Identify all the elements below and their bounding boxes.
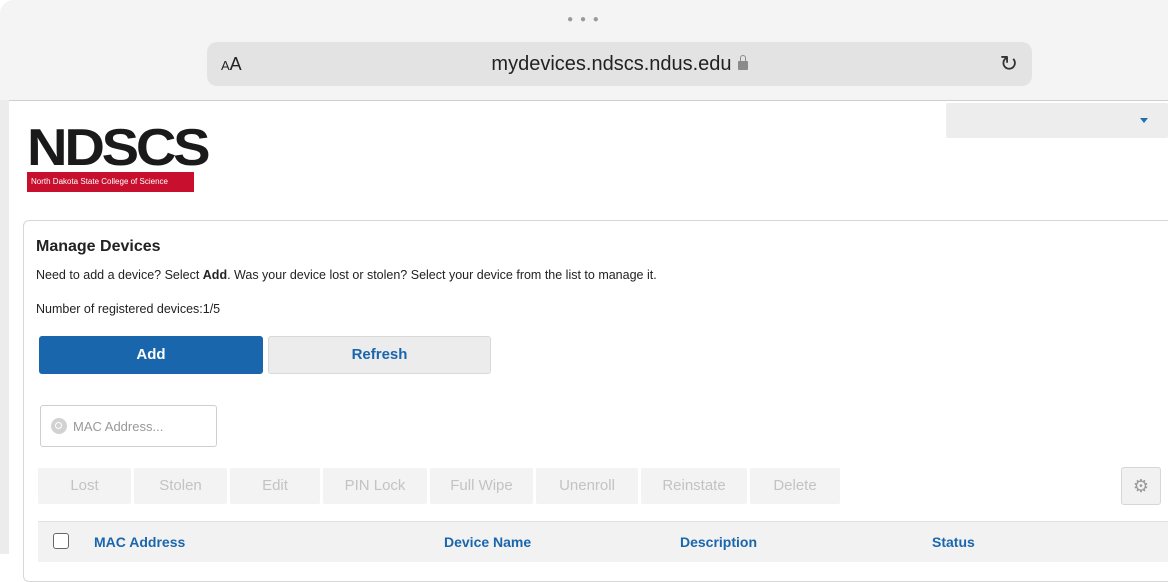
- page-title: Manage Devices: [36, 238, 161, 255]
- unenroll-button[interactable]: Unenroll: [536, 468, 638, 504]
- select-all-checkbox[interactable]: [53, 533, 69, 549]
- logo-wordmark: NDSCS: [27, 119, 211, 177]
- column-description[interactable]: Description: [680, 534, 757, 550]
- refresh-button[interactable]: Refresh: [268, 336, 491, 374]
- url-text[interactable]: mydevices.ndscs.ndus.edu: [207, 53, 1032, 76]
- action-toolbar: Lost Stolen Edit PIN Lock Full Wipe Unen…: [38, 468, 840, 504]
- user-dropdown[interactable]: [946, 103, 1168, 138]
- reinstate-button[interactable]: Reinstate: [641, 468, 747, 504]
- column-mac-address[interactable]: MAC Address: [94, 534, 185, 550]
- ndscs-logo[interactable]: NDSCS North Dakota State College of Scie…: [27, 122, 211, 192]
- mac-search-box[interactable]: [40, 405, 217, 447]
- browser-chrome: ● ● ● AA mydevices.ndscs.ndus.edu ↻: [0, 0, 1168, 101]
- full-wipe-button[interactable]: Full Wipe: [430, 468, 533, 504]
- tab-dots-icon[interactable]: ● ● ●: [0, 14, 1168, 25]
- add-button[interactable]: Add: [39, 336, 263, 374]
- caret-down-icon: [1140, 118, 1148, 123]
- page-description: Need to add a device? Select Add. Was yo…: [36, 268, 657, 282]
- settings-button[interactable]: ⚙: [1121, 467, 1161, 505]
- edit-button[interactable]: Edit: [230, 468, 320, 504]
- stolen-button[interactable]: Stolen: [134, 468, 227, 504]
- pin-lock-button[interactable]: PIN Lock: [323, 468, 427, 504]
- address-bar[interactable]: AA mydevices.ndscs.ndus.edu ↻: [207, 42, 1032, 86]
- column-status[interactable]: Status: [932, 534, 975, 550]
- logo-subtitle: North Dakota State College of Science: [27, 172, 194, 192]
- gear-icon: ⚙: [1132, 476, 1150, 496]
- mac-search-input[interactable]: [73, 416, 208, 436]
- lock-icon: [737, 55, 748, 70]
- lost-button[interactable]: Lost: [38, 468, 131, 504]
- page-edge: [0, 100, 9, 554]
- table-header: MAC Address Device Name Description Stat…: [38, 521, 1168, 562]
- search-icon: [51, 418, 67, 434]
- delete-button[interactable]: Delete: [750, 468, 840, 504]
- reload-icon[interactable]: ↻: [1000, 51, 1018, 77]
- column-device-name[interactable]: Device Name: [444, 534, 531, 550]
- url-label: mydevices.ndscs.ndus.edu: [491, 53, 732, 75]
- device-count: Number of registered devices:1/5: [36, 302, 221, 316]
